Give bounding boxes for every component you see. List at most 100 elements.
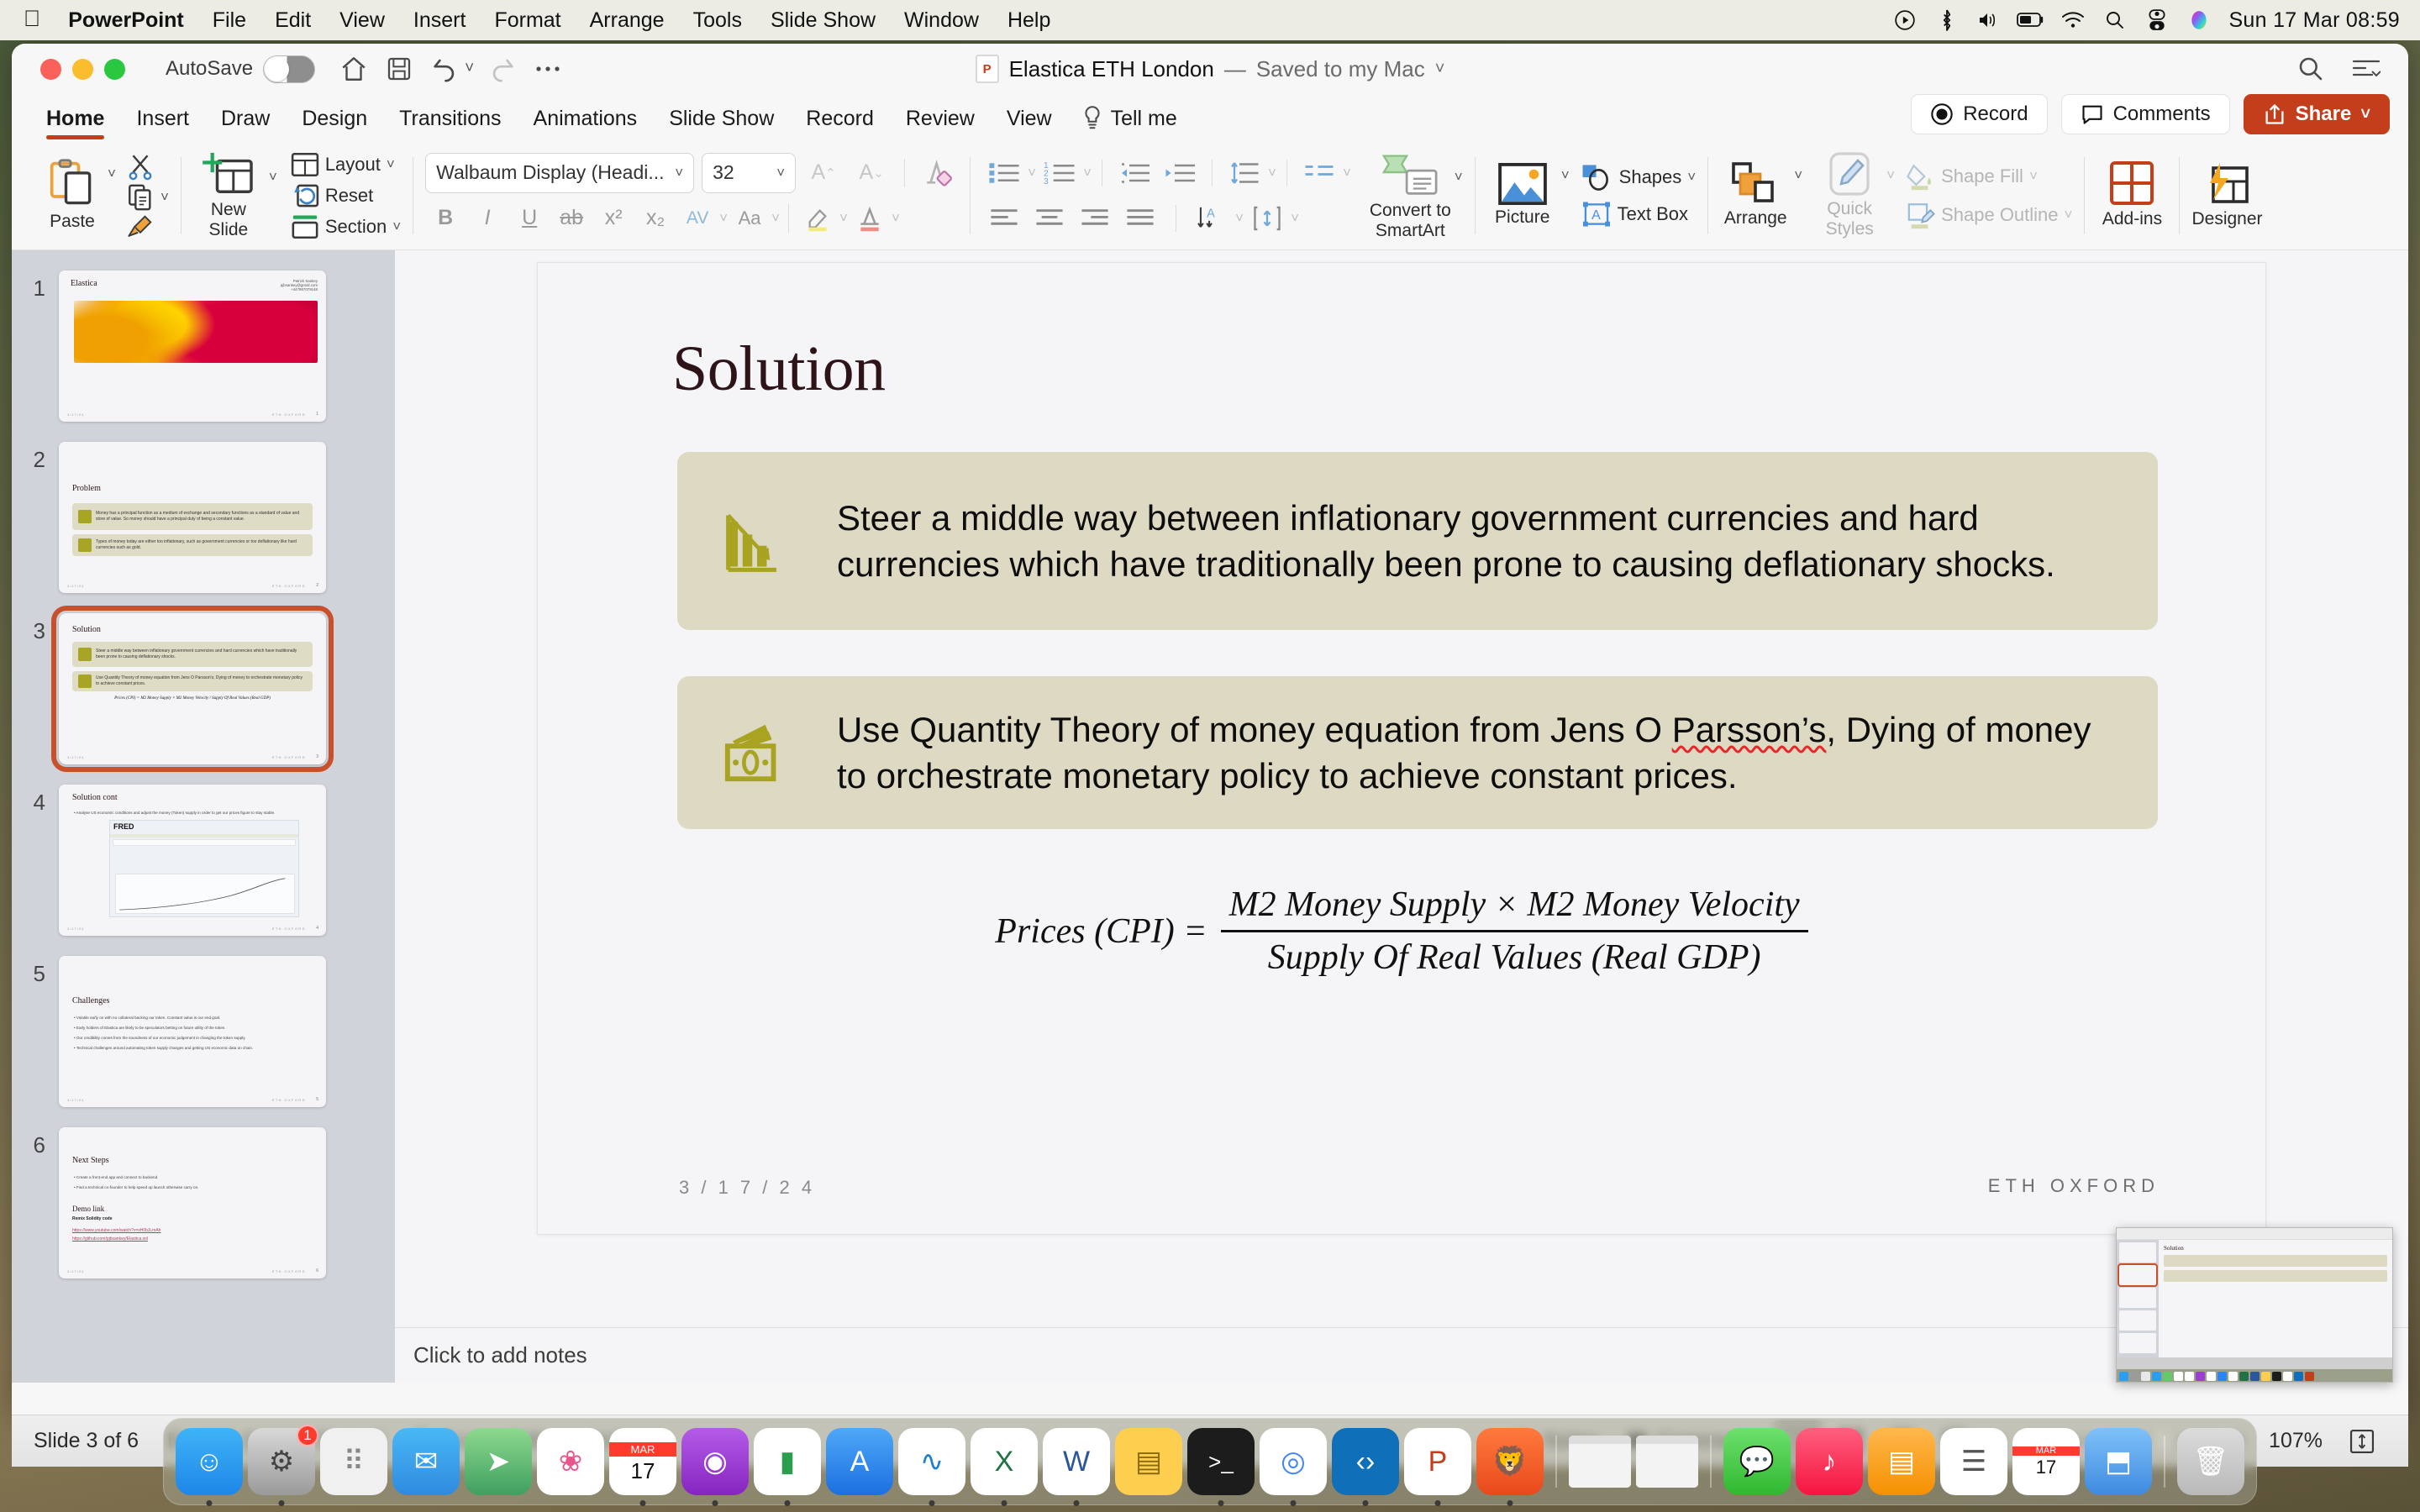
control-center-play-icon[interactable] [1886, 1, 1924, 39]
tab-draw[interactable]: Draw [205, 107, 286, 141]
shape-outline-button[interactable]: Shape Outline ˅ [1907, 201, 2072, 229]
tell-me-button[interactable]: Tell me [1068, 106, 1177, 141]
underline-button[interactable]: U [509, 198, 550, 239]
document-save-state[interactable]: Saved to my Mac [1256, 56, 1425, 82]
font-color-chevron-down-icon[interactable]: ˅ [892, 210, 900, 227]
font-size-chevron-down-icon[interactable]: ˅ [776, 165, 785, 181]
layout-chevron-down-icon[interactable]: ˅ [387, 156, 395, 173]
content-block-2[interactable]: Use Quantity Theory of money equation fr… [677, 676, 2158, 829]
cut-button[interactable] [126, 152, 169, 181]
minimized-powerpoint-window-2[interactable] [1636, 1436, 1698, 1488]
shape-outline-chevron-down-icon[interactable]: ˅ [2065, 207, 2073, 223]
align-right-icon[interactable] [1073, 198, 1117, 239]
maximize-window-button[interactable] [104, 58, 125, 80]
section-chevron-down-icon[interactable]: ˅ [392, 218, 401, 235]
tab-transitions[interactable]: Transitions [383, 107, 517, 141]
thumbnail-preview[interactable]: Elastica Patrick Sankey pjbsankey@gmail.… [59, 270, 326, 422]
align-text-icon[interactable] [1245, 198, 1289, 239]
thumbnail-slide-6[interactable]: 6 Next Steps • Create a front-end app an… [12, 1119, 395, 1290]
calendar-icon[interactable]: MAR 17 [609, 1428, 676, 1506]
columns-chevron-down-icon[interactable]: ˅ [1343, 165, 1351, 181]
menu-tools[interactable]: Tools [679, 8, 756, 33]
minimized-powerpoint-window-1[interactable] [1569, 1436, 1631, 1488]
strikethrough-button[interactable]: ab [551, 198, 592, 239]
trash-icon[interactable]: 🗑 [2177, 1428, 2244, 1495]
share-chevron-down-icon[interactable]: ˅ [2360, 105, 2370, 124]
autosave-control[interactable]: AutoSave [166, 55, 316, 83]
terminal-icon[interactable]: >_ [1187, 1428, 1255, 1506]
layout-button[interactable]: Layout ˅ [291, 152, 401, 177]
quick-styles-button[interactable]: Quick Styles [1814, 152, 1885, 239]
share-button[interactable]: Share ˅ [2243, 94, 2390, 134]
reminders-icon[interactable]: ☰ [1940, 1428, 2007, 1495]
bullets-chevron-down-icon[interactable]: ˅ [1028, 165, 1036, 181]
menu-view[interactable]: View [325, 8, 399, 33]
content-block-1[interactable]: Steer a middle way between inflationary … [677, 452, 2158, 630]
shape-fill-chevron-down-icon[interactable]: ˅ [2029, 168, 2038, 185]
superscript-button[interactable]: x² [593, 198, 634, 239]
arrange-button[interactable]: Arrange [1720, 162, 1791, 228]
redo-icon[interactable] [482, 49, 523, 89]
notes-app-icon[interactable]: ▤ [1115, 1428, 1182, 1495]
window-preview-popup[interactable]: Solution [2116, 1227, 2393, 1383]
thumb-link[interactable]: https://www.youtube.com/watch?v=xH0bJLmA… [72, 1228, 160, 1233]
minimize-window-button[interactable] [72, 58, 93, 80]
thumbnail-preview[interactable]: Challenges • Volatile early on with no c… [59, 956, 326, 1107]
clear-formatting-icon[interactable] [918, 153, 958, 193]
system-settings-icon[interactable]: ⚙ 1 [248, 1425, 318, 1506]
bold-button[interactable]: B [425, 198, 466, 239]
menu-slide-show[interactable]: Slide Show [756, 8, 890, 33]
font-size-select[interactable]: 32 ˅ [702, 152, 797, 193]
numbers-icon[interactable]: ▮ [754, 1428, 821, 1506]
slide-title[interactable]: Solution [672, 333, 886, 406]
numbering-chevron-down-icon[interactable]: ˅ [1083, 165, 1092, 181]
thumbnail-preview[interactable]: Next Steps • Create a front-end app and … [59, 1127, 326, 1278]
add-ins-button[interactable]: Add-ins [2096, 161, 2167, 228]
close-window-button[interactable] [40, 58, 61, 80]
preview-icon[interactable]: ⬒ [2085, 1428, 2152, 1495]
brave-icon[interactable]: 🦁 [1476, 1428, 1544, 1506]
line-spacing-chevron-down-icon[interactable]: ˅ [1268, 165, 1276, 181]
fit-slide-to-window-icon[interactable] [2338, 1420, 2386, 1462]
reset-button[interactable]: Reset [291, 183, 401, 208]
thumbnail-preview[interactable]: Solution cont • Analyse US economic cond… [59, 785, 326, 936]
convert-to-smartart-button[interactable]: Convert to SmartArt [1370, 150, 1451, 240]
menu-help[interactable]: Help [993, 8, 1065, 33]
record-button[interactable]: Record [1911, 94, 2048, 134]
font-name-select[interactable]: Walbaum Display (Headi... ˅ [425, 152, 695, 193]
notes-pane[interactable]: Click to add notes [395, 1327, 2408, 1383]
volume-icon[interactable] [1970, 1, 2008, 39]
copy-chevron-down-icon[interactable]: ˅ [160, 189, 169, 206]
text-direction-chevron-down-icon[interactable]: ˅ [1235, 210, 1244, 227]
menu-window[interactable]: Window [890, 8, 993, 33]
equation-text-box[interactable]: Prices (CPI) = M2 Money Supply × M2 Mone… [538, 885, 2265, 978]
menu-format[interactable]: Format [480, 8, 575, 33]
shape-fill-button[interactable]: Shape Fill ˅ [1907, 162, 2072, 191]
menu-bar-clock[interactable]: Sun 17 Mar 08:59 [2222, 8, 2400, 33]
more-options-icon[interactable] [528, 49, 568, 89]
change-case-button[interactable]: Aa [729, 198, 770, 239]
increase-indent-icon[interactable] [1158, 153, 1202, 193]
current-slide[interactable]: Solution Steer a middle way between infl… [537, 262, 2266, 1235]
align-text-chevron-down-icon[interactable]: ˅ [1291, 210, 1299, 227]
font-color-icon[interactable] [850, 198, 890, 239]
numbering-icon[interactable]: 123 [1038, 153, 1081, 193]
slide-thumbnail-panel[interactable]: 1 Elastica Patrick Sankey pjbsankey@gmai… [12, 250, 395, 1383]
app-store-icon[interactable]: A [826, 1428, 893, 1495]
freeform-icon[interactable]: ∿ [898, 1428, 965, 1506]
italic-button[interactable]: I [467, 198, 508, 239]
align-center-icon[interactable] [1028, 198, 1071, 239]
thumbnail-slide-3[interactable]: 3 Solution Steer a middle way between in… [12, 605, 395, 776]
launchpad-icon[interactable]: ⠿ [320, 1428, 387, 1495]
control-center-icon[interactable] [2138, 1, 2176, 39]
calendar-recent-icon[interactable]: MAR 17 [2012, 1428, 2080, 1495]
format-painter-button[interactable] [126, 214, 169, 239]
text-box-button[interactable]: A Text Box [1581, 201, 1697, 228]
text-direction-icon[interactable]: A [1190, 198, 1234, 239]
decrease-font-size-icon[interactable]: A ⌄ [851, 153, 892, 193]
picture-chevron-down-icon[interactable]: ˅ [1561, 167, 1570, 184]
smartart-chevron-down-icon[interactable]: ˅ [1455, 169, 1463, 186]
tab-record[interactable]: Record [790, 107, 890, 141]
bluetooth-icon[interactable] [1928, 1, 1966, 39]
save-icon[interactable] [379, 49, 419, 89]
